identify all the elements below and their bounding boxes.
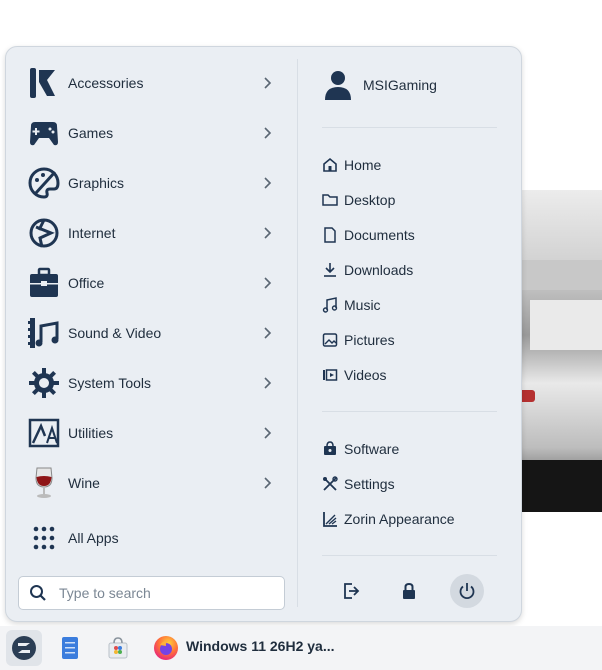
all-apps-button[interactable]: All Apps — [26, 516, 276, 560]
user-icon — [325, 71, 351, 100]
category-games[interactable]: Games — [26, 111, 276, 155]
start-menu: Accessories Games Graphics Internet Offi… — [5, 46, 522, 622]
category-label: Games — [68, 125, 114, 141]
power-icon — [459, 583, 475, 600]
system-label: Settings — [344, 476, 395, 492]
system-label: Software — [344, 441, 400, 457]
all-apps-label: All Apps — [68, 530, 119, 546]
category-label: Wine — [68, 475, 100, 491]
chevron-right-icon — [264, 77, 272, 89]
system-settings[interactable]: Settings — [322, 473, 395, 495]
utilities-icon — [26, 415, 62, 451]
settings-icon — [323, 476, 338, 491]
film-music-icon — [26, 315, 62, 351]
place-label: Desktop — [344, 192, 396, 208]
zorin-logo-icon — [12, 636, 36, 660]
chevron-right-icon — [264, 177, 272, 189]
globe-icon — [26, 215, 62, 251]
briefcase-icon — [26, 265, 62, 301]
music-icon — [322, 297, 338, 313]
menu-divider — [297, 59, 298, 607]
download-icon — [324, 263, 336, 277]
place-label: Music — [344, 297, 381, 313]
chevron-right-icon — [264, 377, 272, 389]
software-app-button[interactable] — [100, 630, 136, 666]
place-downloads[interactable]: Downloads — [322, 259, 413, 281]
palette-icon — [26, 165, 62, 201]
category-label: Office — [68, 275, 105, 291]
category-sound-video[interactable]: Sound & Video — [26, 311, 276, 355]
store-icon — [108, 637, 128, 659]
system-label: Zorin Appearance — [344, 511, 455, 527]
category-accessories[interactable]: Accessories — [26, 61, 276, 105]
place-home[interactable]: Home — [322, 154, 381, 176]
picture-icon — [322, 333, 338, 347]
logout-icon — [344, 583, 360, 599]
lock-icon — [403, 582, 415, 599]
logout-button[interactable] — [334, 574, 368, 608]
category-label: Internet — [68, 225, 116, 241]
accessories-icon — [26, 65, 62, 101]
place-label: Downloads — [344, 262, 414, 278]
video-icon — [323, 369, 338, 381]
separator — [322, 127, 497, 128]
chevron-right-icon — [264, 477, 272, 489]
grid-icon — [26, 520, 62, 556]
category-label: Utilities — [68, 425, 114, 441]
category-label: System Tools — [68, 375, 151, 391]
taskbar: Windows 11 26H2 ya... — [0, 626, 602, 670]
system-software[interactable]: Software — [322, 438, 399, 460]
folder-icon — [322, 194, 338, 206]
search-icon — [30, 585, 46, 601]
category-system-tools[interactable]: System Tools — [26, 361, 276, 405]
category-label: Accessories — [68, 75, 144, 91]
software-icon — [324, 441, 336, 455]
place-label: Videos — [344, 367, 387, 383]
chevron-right-icon — [264, 277, 272, 289]
place-videos[interactable]: Videos — [322, 364, 387, 386]
power-button[interactable] — [450, 574, 484, 608]
category-office[interactable]: Office — [26, 261, 276, 305]
active-window-title[interactable]: Windows 11 26H2 ya... — [186, 638, 335, 654]
place-pictures[interactable]: Pictures — [322, 329, 395, 351]
category-graphics[interactable]: Graphics — [26, 161, 276, 205]
lock-button[interactable] — [392, 574, 426, 608]
search-box[interactable] — [18, 576, 285, 610]
search-input[interactable] — [57, 584, 261, 602]
appearance-icon — [323, 512, 337, 527]
category-utilities[interactable]: Utilities — [26, 411, 276, 455]
firefox-window-button[interactable] — [148, 630, 184, 666]
system-zorin-appearance[interactable]: Zorin Appearance — [322, 508, 455, 530]
chevron-right-icon — [264, 427, 272, 439]
user-name: MSIGaming — [363, 77, 437, 93]
user-account[interactable]: MSIGaming — [323, 69, 437, 101]
gear-icon — [26, 365, 62, 401]
chevron-right-icon — [264, 127, 272, 139]
category-wine[interactable]: Wine — [26, 461, 276, 505]
place-label: Documents — [344, 227, 415, 243]
separator — [322, 411, 497, 412]
place-label: Home — [344, 157, 382, 173]
gamepad-icon — [26, 115, 62, 151]
place-label: Pictures — [344, 332, 395, 348]
files-icon — [62, 637, 78, 659]
firefox-icon — [154, 636, 178, 660]
place-music[interactable]: Music — [322, 294, 381, 316]
document-icon — [324, 227, 336, 243]
home-icon — [323, 157, 337, 172]
chevron-right-icon — [264, 227, 272, 239]
chevron-right-icon — [264, 327, 272, 339]
zorin-menu-button[interactable] — [6, 630, 42, 666]
wine-glass-icon — [26, 465, 62, 501]
category-label: Graphics — [68, 175, 125, 191]
place-desktop[interactable]: Desktop — [322, 189, 395, 211]
category-label: Sound & Video — [68, 325, 162, 341]
separator — [322, 555, 497, 556]
category-internet[interactable]: Internet — [26, 211, 276, 255]
files-app-button[interactable] — [52, 630, 88, 666]
place-documents[interactable]: Documents — [322, 224, 415, 246]
